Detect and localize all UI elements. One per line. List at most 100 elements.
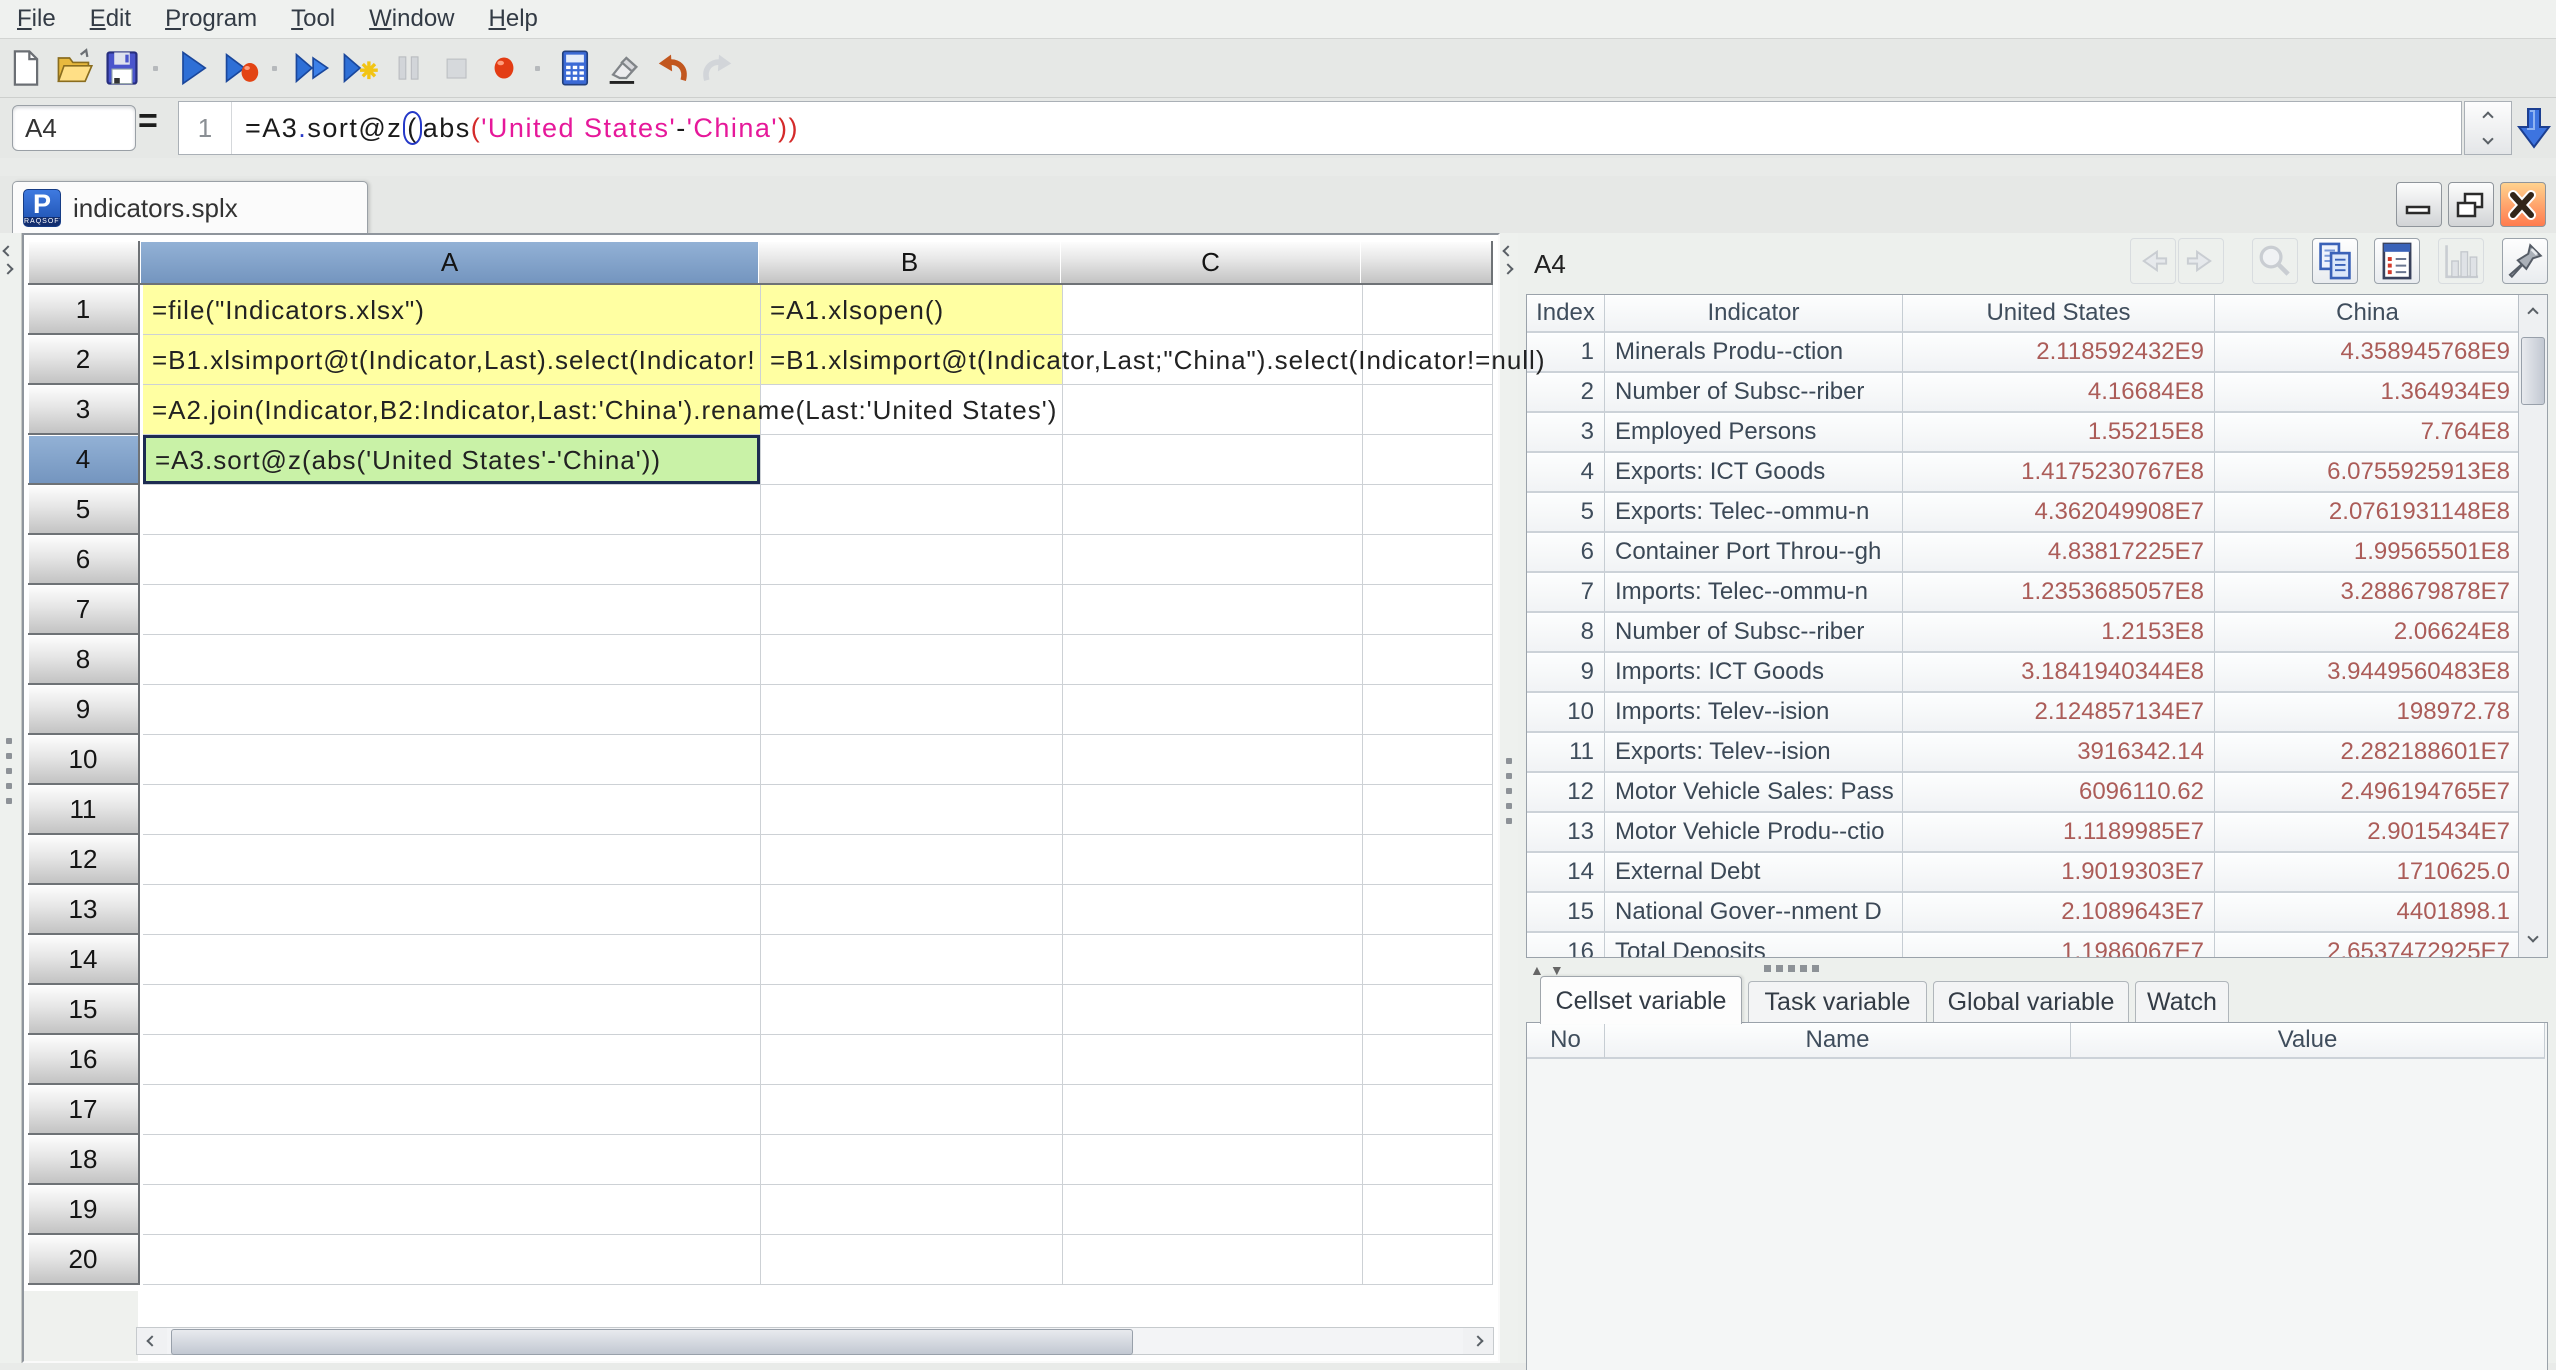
pin-icon[interactable]	[2502, 238, 2548, 284]
splitter-dots[interactable]	[1764, 965, 1819, 972]
value-table-row[interactable]: 4 Exports: ICT Goods 1.4175230767E8 6.07559…	[1527, 453, 2547, 493]
row-header-14[interactable]: 14	[28, 935, 140, 985]
formula-text[interactable]: =A3.sort@z(abs('United States'-'China'))	[245, 102, 799, 154]
column-header-partial[interactable]	[1360, 241, 1493, 285]
value-table-row[interactable]: 13 Motor Vehicle Produ--ctio 1.1189985E7 2.…	[1527, 813, 2547, 853]
restore-icon[interactable]	[2448, 182, 2494, 227]
value-table-row[interactable]: 14 External Debt 1.9019303E7 1710625.0	[1527, 853, 2547, 893]
scrollbar-thumb[interactable]	[2521, 337, 2545, 405]
value-table-row[interactable]: 10 Imports: Telev--ision 2.124857134E7 1989…	[1527, 693, 2547, 733]
close-icon[interactable]	[2500, 182, 2546, 227]
row-header-7[interactable]: 7	[28, 585, 140, 635]
step-over-icon[interactable]	[290, 46, 334, 90]
row-header-4[interactable]: 4	[28, 435, 140, 485]
copy-icon[interactable]	[2312, 238, 2358, 284]
grid-cell-A1[interactable]: =file("Indicators.xlsx")	[143, 285, 760, 334]
value-table-row[interactable]: 5 Exports: Telec--ommu-n 4.362049908E7 2.07…	[1527, 493, 2547, 533]
grid-cell-A3[interactable]: =A2.join(Indicator,B2:Indicator,Last:'Ch…	[143, 385, 1056, 434]
variable-table-header-no[interactable]: No	[1527, 1023, 1605, 1059]
collapse-left-icon[interactable]	[2, 245, 14, 257]
menu-item-file[interactable]: File	[0, 3, 73, 35]
row-header-16[interactable]: 16	[28, 1035, 140, 1085]
formula-input[interactable]: 1 =A3.sort@z(abs('United States'-'China'…	[178, 101, 2462, 155]
formula-line-spinner[interactable]	[2464, 101, 2512, 155]
value-table-row[interactable]: 11 Exports: Telev--ision 3916342.14 2.28218…	[1527, 733, 2547, 773]
collapse-right-icon[interactable]	[2, 263, 14, 275]
column-header-C[interactable]: C	[1060, 241, 1363, 285]
value-table-row[interactable]: 16 Total Deposits 1.1986067E7 2.6537472925E…	[1527, 933, 2547, 957]
value-table-row[interactable]: 9 Imports: ICT Goods 3.1841940344E8 3.94495…	[1527, 653, 2547, 693]
row-header-3[interactable]: 3	[28, 385, 140, 435]
menu-item-help[interactable]: Help	[472, 3, 555, 35]
value-table-row[interactable]: 3 Employed Persons 1.55215E8 7.764E8	[1527, 413, 2547, 453]
value-table-scrollbar[interactable]	[2518, 295, 2547, 957]
value-table-row[interactable]: 7 Imports: Telec--ommu-n 1.2353685057E8 3.2…	[1527, 573, 2547, 613]
value-table-row[interactable]: 12 Motor Vehicle Sales: Pass 6096110.62 2.4…	[1527, 773, 2547, 813]
bottom-splitter[interactable]: ▲▼	[1526, 960, 2548, 978]
row-header-17[interactable]: 17	[28, 1085, 140, 1135]
panel-splitter[interactable]	[1500, 233, 1518, 1363]
row-header-2[interactable]: 2	[28, 335, 140, 385]
left-collapse-strip[interactable]	[0, 233, 22, 1363]
column-header-B[interactable]: B	[758, 241, 1063, 285]
grid-corner[interactable]	[28, 241, 140, 285]
save-icon[interactable]	[100, 46, 144, 90]
variable-table-header-value[interactable]: Value	[2071, 1023, 2545, 1059]
collapse-left-icon[interactable]	[1502, 245, 1514, 257]
menu-item-window[interactable]: Window	[352, 3, 471, 35]
value-table-row[interactable]: 8 Number of Subsc--riber 1.2153E8 2.06624E8	[1527, 613, 2547, 653]
row-header-18[interactable]: 18	[28, 1135, 140, 1185]
menu-item-program[interactable]: Program	[148, 3, 274, 35]
column-header-A[interactable]: A	[140, 241, 761, 285]
row-header-20[interactable]: 20	[28, 1235, 140, 1285]
scrollbar-thumb[interactable]	[171, 1329, 1133, 1355]
value-table-row[interactable]: 2 Number of Subsc--riber 4.16684E8 1.364934…	[1527, 373, 2547, 413]
collapse-right-icon[interactable]	[1502, 263, 1514, 275]
execute-down-arrow-icon[interactable]	[2516, 106, 2552, 150]
tab-global-variable[interactable]: Global variable	[1933, 981, 2129, 1022]
value-table-header-indicator[interactable]: Indicator	[1605, 295, 1903, 333]
row-header-19[interactable]: 19	[28, 1185, 140, 1235]
value-table-header-index[interactable]: Index	[1527, 295, 1605, 333]
tab-watch[interactable]: Watch	[2135, 981, 2229, 1022]
row-header-11[interactable]: 11	[28, 785, 140, 835]
scroll-up-icon[interactable]	[2519, 295, 2546, 327]
value-table-row[interactable]: 1 Minerals Produ--ction 2.118592432E9 4.358…	[1527, 333, 2547, 373]
step-into-icon[interactable]	[338, 46, 382, 90]
left-splitter-dots[interactable]	[6, 738, 12, 804]
row-header-1[interactable]: 1	[28, 285, 140, 335]
menu-item-edit[interactable]: Edit	[73, 3, 148, 35]
row-header-6[interactable]: 6	[28, 535, 140, 585]
value-table-row[interactable]: 15 National Gover--nment D 2.1089643E7 4401…	[1527, 893, 2547, 933]
value-table-header-china[interactable]: China	[2215, 295, 2521, 333]
menu-item-tool[interactable]: Tool	[274, 3, 352, 35]
minimize-icon[interactable]	[2396, 182, 2442, 227]
scroll-left-icon[interactable]	[137, 1328, 167, 1354]
tab-indicators[interactable]: P RAQSOFT indicators.splx	[12, 181, 368, 234]
grid-cell-B1[interactable]: =A1.xlsopen()	[761, 285, 1062, 334]
options-icon[interactable]	[2374, 238, 2420, 284]
calculator-icon[interactable]	[553, 46, 597, 90]
new-file-icon[interactable]	[4, 46, 48, 90]
spinner-up-icon[interactable]	[2465, 102, 2511, 128]
row-header-15[interactable]: 15	[28, 985, 140, 1035]
value-table-header-united-states[interactable]: United States	[1903, 295, 2215, 333]
grid-cell-A2[interactable]: =B1.xlsimport@t(Indicator,Last).select(I…	[143, 335, 760, 384]
horizontal-scrollbar[interactable]	[136, 1327, 1494, 1355]
breakpoint-icon[interactable]	[482, 46, 526, 90]
scroll-right-icon[interactable]	[1463, 1328, 1493, 1354]
spinner-down-icon[interactable]	[2465, 128, 2511, 154]
row-header-10[interactable]: 10	[28, 735, 140, 785]
scroll-down-icon[interactable]	[2519, 923, 2546, 955]
row-header-5[interactable]: 5	[28, 485, 140, 535]
variable-table-header-name[interactable]: Name	[1605, 1023, 2071, 1059]
row-header-13[interactable]: 13	[28, 885, 140, 935]
splitter-dots[interactable]	[1506, 758, 1512, 824]
run-icon[interactable]	[171, 46, 215, 90]
open-file-icon[interactable]	[52, 46, 96, 90]
row-header-12[interactable]: 12	[28, 835, 140, 885]
cell-reference-box[interactable]: A4	[12, 105, 136, 151]
tab-task-variable[interactable]: Task variable	[1748, 981, 1927, 1022]
grid-cell-A4[interactable]: =A3.sort@z(abs('United States'-'China'))	[143, 435, 760, 484]
tab-cellset-variable[interactable]: Cellset variable	[1540, 976, 1742, 1024]
